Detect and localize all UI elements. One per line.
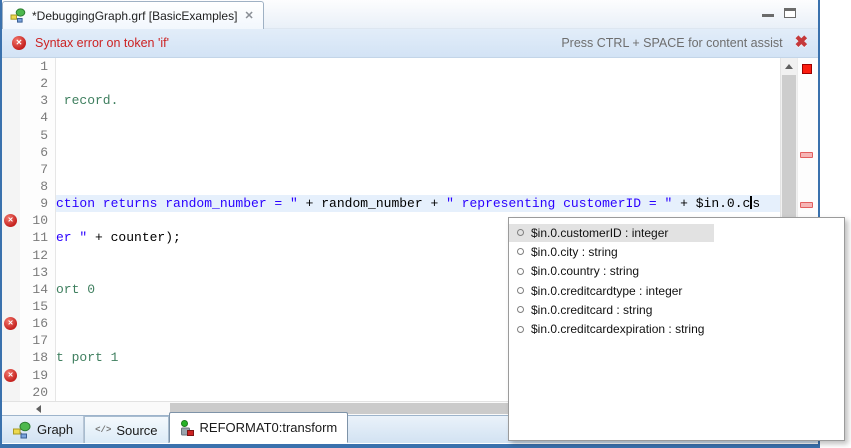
line-number[interactable]: 3	[20, 92, 55, 109]
field-icon	[517, 229, 524, 236]
error-icon: ✕	[12, 36, 26, 50]
line-number[interactable]: 12	[20, 247, 55, 264]
tab-reformat-transform[interactable]: REFORMAT0:transform	[169, 412, 349, 443]
line-number[interactable]: 13	[20, 264, 55, 281]
line-number[interactable]: 11	[20, 229, 55, 246]
assist-item-label: $in.0.creditcardexpiration : string	[531, 322, 704, 336]
line-number[interactable]: 19	[20, 367, 55, 384]
overview-error-marker[interactable]	[800, 202, 813, 208]
code-line-2[interactable]	[56, 75, 780, 92]
assist-item[interactable]: $in.0.creditcardtype : integer	[509, 281, 844, 300]
minimize-icon[interactable]	[762, 14, 774, 17]
line-number[interactable]: 4	[20, 109, 55, 126]
code-line-7[interactable]	[56, 161, 780, 178]
annotation-ruler[interactable]: ✕ ✕ ✕	[2, 58, 20, 401]
code-line-1[interactable]	[56, 58, 780, 75]
tab-source[interactable]: </> Source	[84, 416, 168, 443]
code-line-3[interactable]: record.	[56, 92, 780, 109]
line-number[interactable]: 7	[20, 161, 55, 178]
line-error-marker[interactable]: ✕	[4, 369, 17, 382]
tab-title: *DebuggingGraph.grf [BasicExamples]	[32, 9, 237, 23]
assist-item-label: $in.0.creditcard : string	[531, 303, 652, 317]
line-number[interactable]: 16	[20, 315, 55, 332]
line-number[interactable]: 8	[20, 178, 55, 195]
error-message: Syntax error on token 'if'	[35, 36, 169, 50]
banner-close-icon[interactable]: ✖	[795, 35, 808, 51]
code-line-5[interactable]	[56, 127, 780, 144]
graph-tab-label: Graph	[37, 422, 73, 437]
content-assist-hint: Press CTRL + SPACE for content assist	[561, 36, 782, 50]
scroll-left-button[interactable]	[30, 402, 46, 415]
source-code-icon: </>	[95, 425, 111, 435]
overview-error-marker[interactable]	[800, 152, 813, 158]
line-number[interactable]: 10	[20, 212, 55, 229]
line-number[interactable]: 15	[20, 298, 55, 315]
maximize-icon[interactable]	[784, 8, 796, 18]
assist-item-label: $in.0.creditcardtype : integer	[531, 284, 682, 298]
reformat-component-icon	[180, 420, 195, 436]
reformat-tab-label: REFORMAT0:transform	[200, 420, 338, 435]
code-line-6[interactable]	[56, 144, 780, 161]
content-assist-popup: $in.0.customerID : integer $in.0.city : s…	[508, 217, 845, 441]
field-icon	[517, 306, 524, 313]
code-line-9[interactable]: ction returns random_number = " + random…	[56, 195, 780, 212]
tab-graph[interactable]: Graph	[2, 416, 84, 443]
error-banner: ✕ Syntax error on token 'if' Press CTRL …	[2, 29, 818, 58]
field-icon	[517, 268, 524, 275]
overview-error-indicator[interactable]	[802, 64, 812, 74]
field-icon	[517, 248, 524, 255]
line-number[interactable]: 1	[20, 58, 55, 75]
line-number[interactable]: 14	[20, 281, 55, 298]
left-arrow-icon	[36, 405, 41, 413]
tab-close-icon[interactable]: ✕	[243, 9, 254, 22]
line-number[interactable]: 20	[20, 384, 55, 401]
source-tab-label: Source	[116, 423, 157, 438]
line-error-marker[interactable]: ✕	[4, 214, 17, 227]
assist-item[interactable]: $in.0.creditcardexpiration : string	[509, 319, 844, 338]
line-number[interactable]: 17	[20, 332, 55, 349]
line-number[interactable]: 6	[20, 144, 55, 161]
code-line-8[interactable]	[56, 178, 780, 195]
assist-item-label: $in.0.customerID : integer	[531, 226, 668, 240]
field-icon	[517, 326, 524, 333]
tab-debugging-graph[interactable]: *DebuggingGraph.grf [BasicExamples] ✕	[2, 1, 264, 29]
editor-tab-bar: *DebuggingGraph.grf [BasicExamples] ✕	[2, 0, 818, 29]
line-error-marker[interactable]: ✕	[4, 317, 17, 330]
graph-tab-icon	[12, 421, 32, 439]
up-arrow-icon	[785, 64, 793, 69]
field-icon	[517, 287, 524, 294]
assist-item-label: $in.0.country : string	[531, 264, 639, 278]
line-number[interactable]: 18	[20, 349, 55, 366]
code-line-4[interactable]	[56, 109, 780, 126]
line-number[interactable]: 9	[20, 195, 55, 212]
line-number-ruler[interactable]: 1234567891011121314151617181920	[20, 58, 56, 401]
assist-item[interactable]: $in.0.customerID : integer	[509, 223, 844, 242]
line-number[interactable]: 2	[20, 75, 55, 92]
assist-item[interactable]: $in.0.creditcard : string	[509, 300, 844, 319]
scroll-up-button[interactable]	[781, 58, 797, 74]
line-number[interactable]: 5	[20, 127, 55, 144]
clover-graph-icon	[10, 8, 26, 23]
assist-item[interactable]: $in.0.city : string	[509, 242, 844, 261]
assist-item[interactable]: $in.0.country : string	[509, 262, 844, 281]
assist-item-label: $in.0.city : string	[531, 245, 618, 259]
